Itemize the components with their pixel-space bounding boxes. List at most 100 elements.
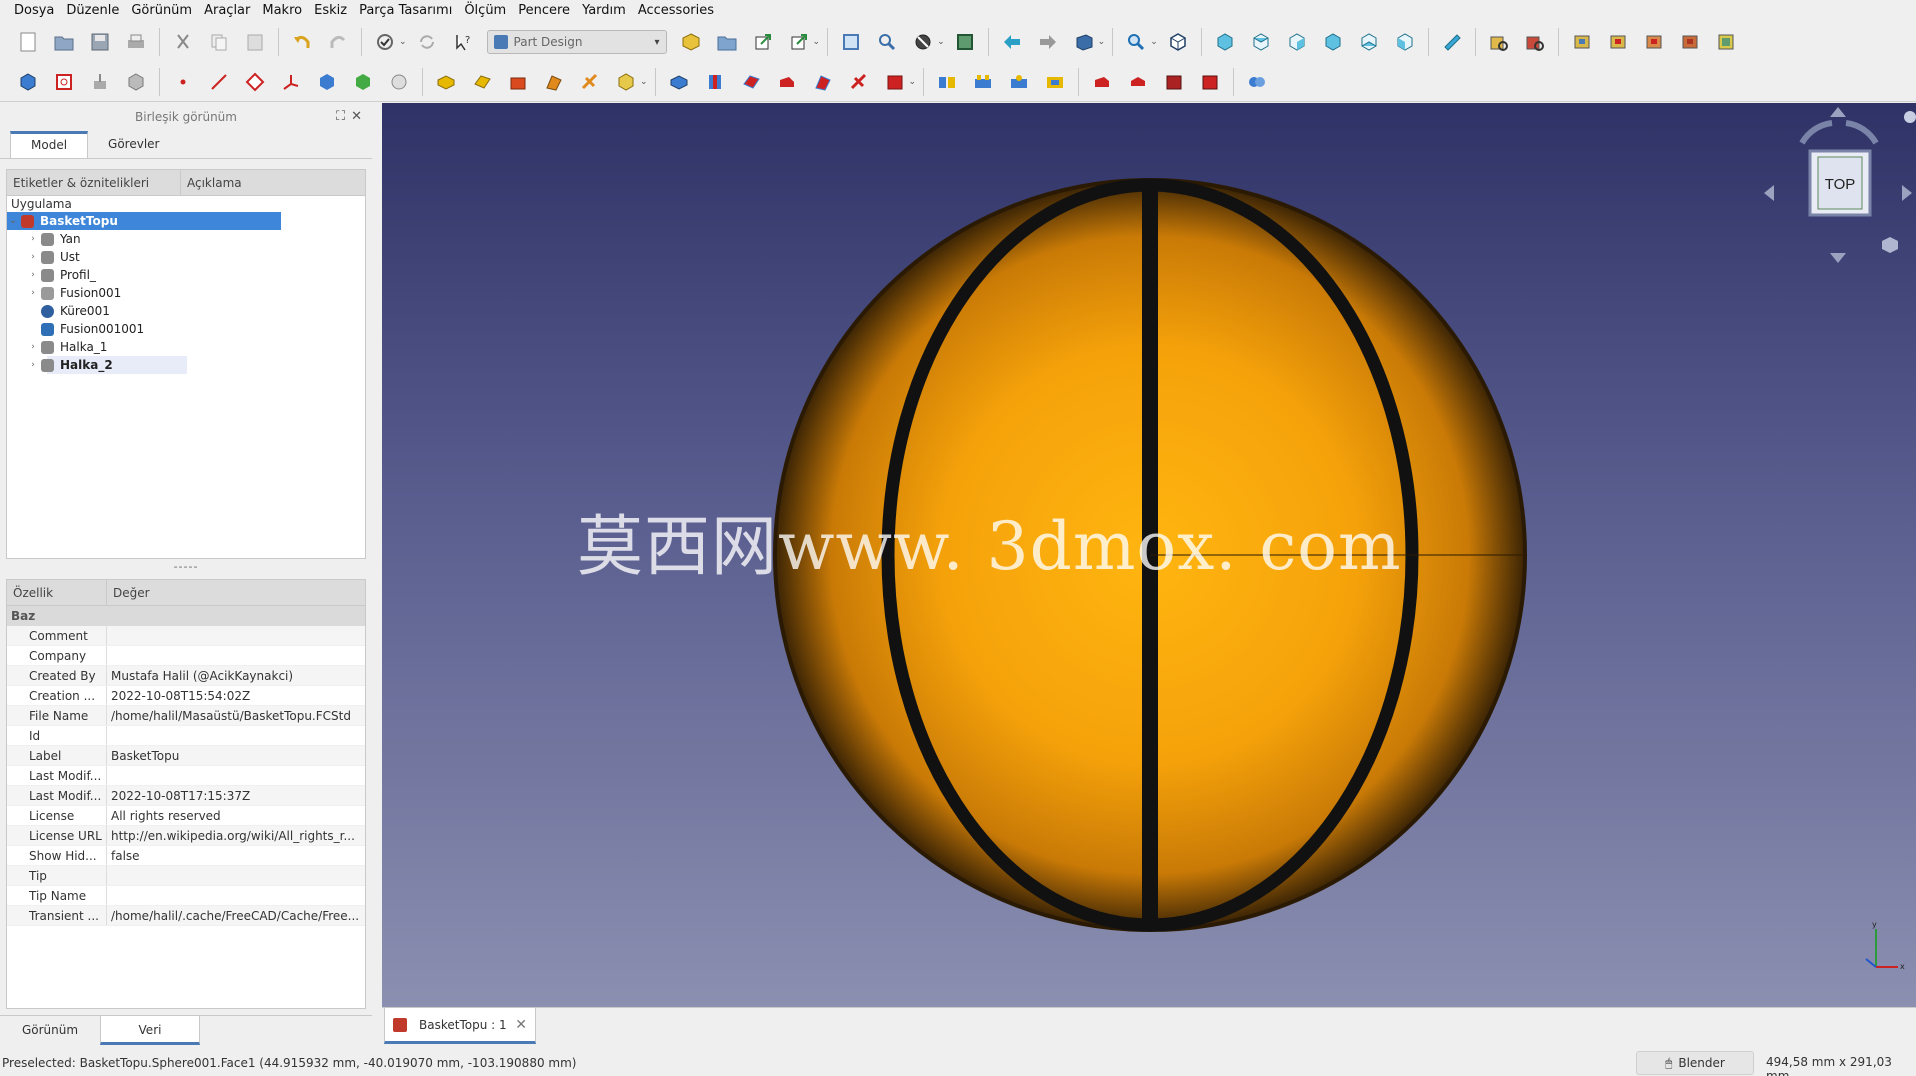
create-sketch-icon[interactable] — [49, 67, 79, 97]
chevron-down-icon[interactable]: ⌄ — [1098, 37, 1106, 47]
paste-icon[interactable] — [240, 27, 270, 57]
chevron-down-icon[interactable]: ⌄ — [813, 37, 821, 47]
local-cs-icon[interactable] — [276, 67, 306, 97]
redo-icon[interactable] — [323, 27, 353, 57]
back-arrow-icon[interactable] — [997, 27, 1027, 57]
close-panel-icon[interactable]: ✕ — [351, 109, 362, 124]
fit-selection-icon[interactable] — [872, 27, 902, 57]
datum-point-icon[interactable] — [168, 67, 198, 97]
create-body-icon[interactable] — [13, 67, 43, 97]
property-row[interactable]: Tip Name — [7, 886, 365, 906]
subtractive-pipe-icon[interactable] — [808, 67, 838, 97]
polar-pattern-icon[interactable] — [1004, 67, 1034, 97]
tree-item-basket-topu[interactable]: ⌄ BasketTopu — [7, 212, 281, 230]
expand-arrow-icon[interactable]: › — [27, 234, 39, 244]
property-row[interactable]: Last Modif... — [7, 766, 365, 786]
menu-macro[interactable]: Makro — [256, 1, 308, 21]
undo-icon[interactable] — [287, 27, 317, 57]
tab-data[interactable]: Veri — [100, 1016, 200, 1045]
expand-arrow-icon[interactable]: › — [27, 270, 39, 280]
menu-sketch[interactable]: Eskiz — [308, 1, 353, 21]
expand-arrow-icon[interactable]: › — [27, 252, 39, 262]
chevron-down-icon[interactable]: ⌄ — [640, 77, 648, 87]
hole-icon[interactable] — [700, 67, 730, 97]
tree-item[interactable]: › Yan — [7, 230, 365, 248]
bounding-box-icon[interactable] — [950, 27, 980, 57]
property-row[interactable]: Last Modif... 2022-10-08T17:15:37Z — [7, 786, 365, 806]
multi-transform-icon[interactable] — [1040, 67, 1070, 97]
property-row[interactable]: Transient .../home/halil/.cache/FreeCAD/… — [7, 906, 365, 926]
tab-view[interactable]: Görünüm — [0, 1016, 100, 1045]
fit-all-icon[interactable] — [836, 27, 866, 57]
menu-edit[interactable]: Düzenle — [60, 1, 125, 21]
clone-body-icon[interactable] — [384, 67, 414, 97]
close-tab-icon[interactable]: ✕ — [515, 1017, 527, 1033]
property-row[interactable]: License All rights reserved — [7, 806, 365, 826]
create-part-icon[interactable] — [676, 27, 706, 57]
menu-file[interactable]: Dosya — [8, 1, 60, 21]
rear-view-icon[interactable] — [1318, 27, 1348, 57]
property-value[interactable] — [107, 766, 365, 785]
cut-icon[interactable] — [168, 27, 198, 57]
draft-icon[interactable] — [1159, 67, 1189, 97]
3d-viewport[interactable]: 莫西网www. 3dmox. com TOP y x — [382, 103, 1916, 1007]
fillet-icon[interactable] — [1087, 67, 1117, 97]
document-tab[interactable]: BasketTopu : 1 ✕ — [384, 1008, 536, 1044]
property-row[interactable]: Created By Mustafa Halil (@AcikKaynakci) — [7, 666, 365, 686]
datum-plane-icon[interactable] — [240, 67, 270, 97]
property-header-value[interactable]: Değer — [107, 580, 365, 605]
pad-icon[interactable] — [431, 67, 461, 97]
measure-icon[interactable] — [1437, 27, 1467, 57]
property-value[interactable]: 2022-10-08T15:54:02Z — [107, 686, 365, 705]
property-group-base[interactable]: Baz — [7, 606, 365, 626]
thickness-icon[interactable] — [1195, 67, 1225, 97]
recompute-icon[interactable] — [412, 27, 442, 57]
tree-header-labels[interactable]: Etiketler & öznitelikleri — [7, 170, 181, 195]
draw-style-icon[interactable] — [908, 27, 938, 57]
property-row[interactable]: Company — [7, 646, 365, 666]
expand-arrow-icon[interactable]: › — [27, 342, 39, 352]
link-sub-icon[interactable] — [784, 27, 814, 57]
chamfer-icon[interactable] — [1123, 67, 1153, 97]
menu-tools[interactable]: Araçlar — [198, 1, 256, 21]
tab-model[interactable]: Model — [10, 131, 89, 158]
property-value[interactable] — [107, 726, 365, 745]
property-value[interactable] — [107, 626, 365, 645]
property-row[interactable]: Label BasketTopu — [7, 746, 365, 766]
menu-accessories[interactable]: Accessories — [632, 1, 720, 21]
property-value[interactable]: http://en.wikipedia.org/wiki/All_rights_… — [107, 826, 365, 845]
property-row[interactable]: Comment — [7, 626, 365, 646]
shape-binder-icon[interactable] — [312, 67, 342, 97]
clone-icon[interactable] — [121, 67, 151, 97]
tree-header-description[interactable]: Açıklama — [181, 170, 365, 195]
copy-icon[interactable] — [204, 27, 234, 57]
isometric-view-icon[interactable] — [1163, 27, 1193, 57]
expand-arrow-icon[interactable]: › — [27, 360, 39, 370]
chevron-down-icon[interactable]: ⌄ — [399, 37, 407, 47]
whats-this-icon[interactable]: ? — [448, 27, 478, 57]
subtractive-helix-icon[interactable] — [844, 67, 874, 97]
front-view-icon[interactable] — [1210, 27, 1240, 57]
chevron-down-icon[interactable]: ⌄ — [909, 77, 917, 87]
float-panel-icon[interactable]: ⛶ — [336, 109, 345, 124]
save-icon[interactable] — [85, 27, 115, 57]
menu-view[interactable]: Görünüm — [125, 1, 198, 21]
property-value[interactable]: BasketTopu — [107, 746, 365, 765]
property-row[interactable]: Creation ... 2022-10-08T15:54:02Z — [7, 686, 365, 706]
top-view-icon[interactable] — [1246, 27, 1276, 57]
additive-primitive-icon[interactable] — [611, 67, 641, 97]
create-group-icon[interactable] — [712, 27, 742, 57]
groove-icon[interactable] — [736, 67, 766, 97]
tree-item[interactable]: › Fusion001 — [7, 284, 365, 302]
chevron-down-icon[interactable]: ⌄ — [1150, 37, 1158, 47]
menu-measure[interactable]: Ölçüm — [458, 1, 512, 21]
panel-splitter[interactable]: ----- — [0, 561, 372, 573]
tree-item[interactable]: › Ust — [7, 248, 365, 266]
mirrored-icon[interactable] — [932, 67, 962, 97]
addon-tool-5-icon[interactable] — [1639, 27, 1669, 57]
addon-tool-4-icon[interactable] — [1603, 27, 1633, 57]
print-icon[interactable] — [121, 27, 151, 57]
boolean-icon[interactable] — [1242, 67, 1272, 97]
tree-item[interactable]: Küre001 — [7, 302, 365, 320]
property-value[interactable]: All rights reserved — [107, 806, 365, 825]
